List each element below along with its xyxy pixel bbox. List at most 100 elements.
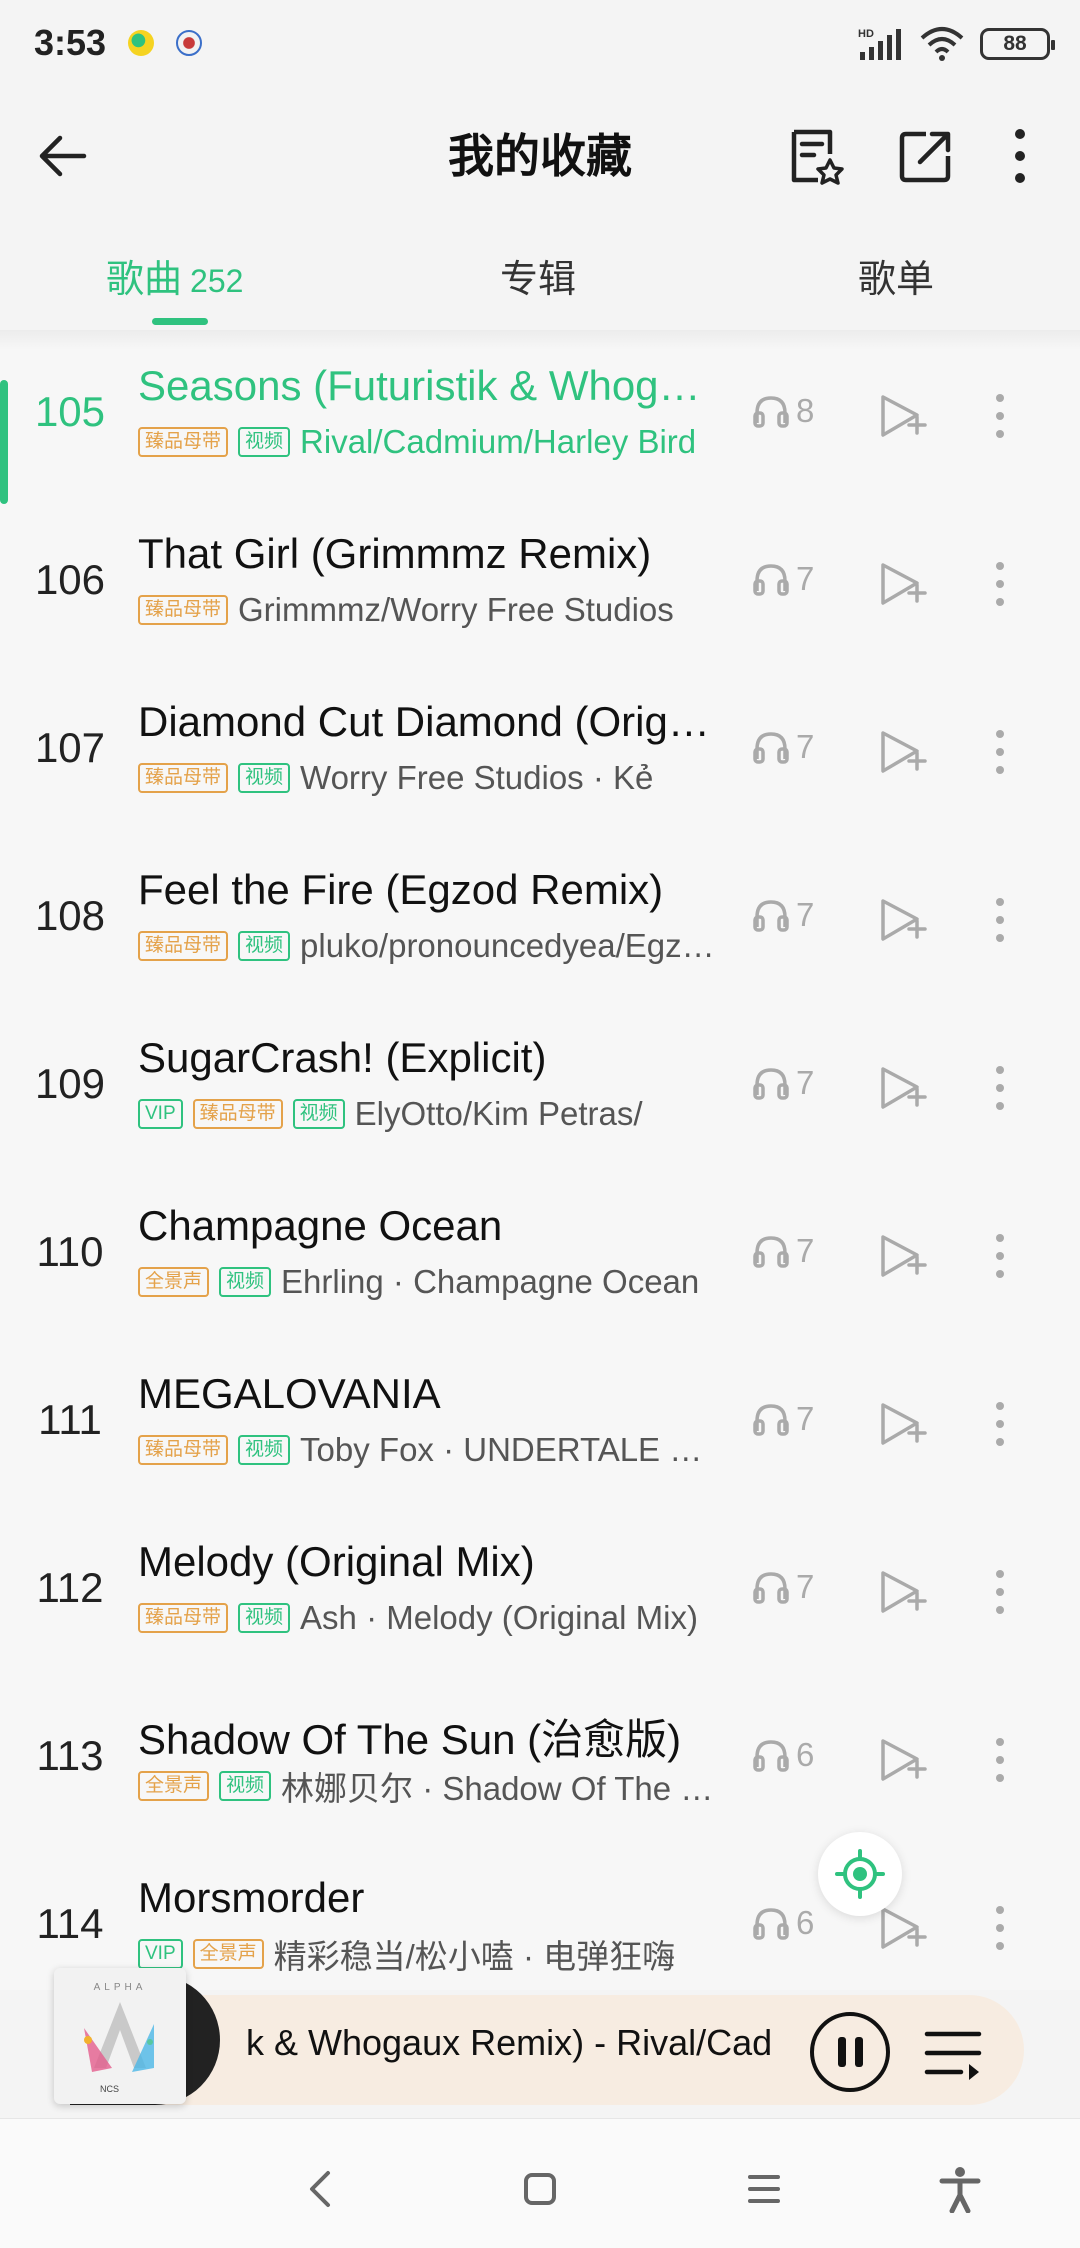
song-subtitle: VIP 臻品母带 视频 ElyOtto/Kim Petras/ bbox=[138, 1092, 718, 1136]
song-row[interactable]: 113 Shadow Of The Sun (治愈版) 全景声 视频 林娜贝尔 · Sh… bbox=[0, 1680, 1080, 1848]
song-title: Morsmorder bbox=[138, 1874, 365, 1921]
song-title: MEGALOVANIA bbox=[138, 1370, 441, 1417]
song-row[interactable]: 106 That Girl (Grimmmz Remix) 臻品母带 Grimmmz/… bbox=[0, 504, 1080, 672]
favorites-manage-button[interactable] bbox=[780, 120, 852, 192]
song-title: That Girl (Grimmmz Remix) bbox=[138, 530, 652, 577]
qq-music-notification-icon bbox=[128, 30, 154, 56]
add-to-playlist-button[interactable] bbox=[872, 554, 932, 614]
play-count: 7 bbox=[752, 560, 814, 598]
add-to-playlist-button[interactable] bbox=[872, 1058, 932, 1118]
headphones-icon bbox=[753, 564, 789, 596]
song-title: Diamond Cut Diamond (Original Mix) bbox=[138, 698, 718, 745]
headphones-icon bbox=[753, 1236, 789, 1268]
song-more-button[interactable] bbox=[970, 722, 1030, 782]
playlist-queue-button[interactable] bbox=[918, 2018, 988, 2088]
song-artist: Toby Fox · UNDERTALE Soundtrack bbox=[300, 1431, 718, 1468]
vertical-dots-icon bbox=[1015, 129, 1025, 183]
song-row[interactable]: 108 Feel the Fire (Egzod Remix) 臻品母带 视频 pluk… bbox=[0, 840, 1080, 1008]
add-to-playlist-button[interactable] bbox=[872, 1226, 932, 1286]
song-more-button[interactable] bbox=[970, 1562, 1030, 1622]
song-more-button[interactable] bbox=[970, 890, 1030, 950]
add-to-playlist-button[interactable] bbox=[872, 890, 932, 950]
add-to-playlist-icon bbox=[881, 731, 927, 773]
nav-back-button[interactable] bbox=[280, 2149, 360, 2229]
song-more-button[interactable] bbox=[970, 386, 1030, 446]
status-right-icons: HD 88 bbox=[856, 26, 1055, 62]
add-to-playlist-button[interactable] bbox=[872, 1730, 932, 1790]
add-to-playlist-button[interactable] bbox=[872, 722, 932, 782]
app-notification-icon bbox=[176, 30, 202, 56]
song-more-button[interactable] bbox=[970, 1226, 1030, 1286]
song-row[interactable]: 109 SugarCrash! (Explicit) VIP 臻品母带 视频 ElyOtt… bbox=[0, 1008, 1080, 1176]
play-count-value: 7 bbox=[796, 1232, 815, 1269]
pause-button[interactable] bbox=[810, 2012, 890, 2092]
play-count-value: 7 bbox=[796, 1064, 815, 1101]
song-number: 111 bbox=[38, 1396, 102, 1443]
add-to-playlist-button[interactable] bbox=[872, 1394, 932, 1454]
song-row[interactable]: 111 MEGALOVANIA 臻品母带 视频 Toby Fox · UNDERTALE… bbox=[0, 1344, 1080, 1512]
song-subtitle: 全景声 视频 林娜贝尔 · Shadow Of The Sun bbox=[138, 1764, 718, 1808]
song-more-button[interactable] bbox=[970, 1058, 1030, 1118]
play-count-value: 6 bbox=[796, 1904, 815, 1941]
song-artist: Ehrling · Champagne Ocean bbox=[281, 1263, 700, 1300]
add-to-playlist-icon bbox=[881, 1067, 927, 1109]
list-star-icon bbox=[791, 129, 844, 185]
add-to-playlist-button[interactable] bbox=[872, 386, 932, 446]
play-count-value: 7 bbox=[796, 896, 815, 933]
status-bar: 3:53 HD 88 bbox=[0, 0, 1080, 90]
headphones-icon bbox=[753, 1908, 789, 1940]
song-row[interactable]: 107 Diamond Cut Diamond (Original Mix) 臻品母… bbox=[0, 672, 1080, 840]
song-more-button[interactable] bbox=[970, 1730, 1030, 1790]
quality-badge: 臻品母带 bbox=[192, 1099, 283, 1129]
tab-songs-label: 歌曲 bbox=[106, 259, 183, 301]
tab-playlists[interactable]: 歌单 bbox=[858, 248, 934, 303]
quality-badge: 视频 bbox=[238, 931, 291, 961]
tab-playlists-label: 歌单 bbox=[858, 259, 935, 301]
song-subtitle: 臻品母带 视频 pluko/pronouncedyea/Egzod bbox=[138, 924, 718, 968]
song-number: 114 bbox=[36, 1900, 104, 1947]
vertical-dots-icon bbox=[996, 1234, 1004, 1278]
song-list[interactable]: 105 Seasons (Futuristik & Whogaux Remix) 臻… bbox=[0, 330, 1080, 1990]
song-more-button[interactable] bbox=[970, 554, 1030, 614]
song-row[interactable]: 105 Seasons (Futuristik & Whogaux Remix) 臻… bbox=[0, 336, 1080, 504]
header: 我的收藏 bbox=[0, 90, 1080, 220]
song-number: 112 bbox=[36, 1564, 104, 1611]
locate-current-song-button[interactable] bbox=[818, 1832, 902, 1916]
song-title: Melody (Original Mix) bbox=[138, 1538, 535, 1585]
album-cover[interactable]: ALPHA NCS bbox=[54, 1968, 186, 2104]
song-more-button[interactable] bbox=[970, 1898, 1030, 1958]
tab-albums-label: 专辑 bbox=[500, 259, 577, 301]
song-more-button[interactable] bbox=[970, 1394, 1030, 1454]
add-to-playlist-icon bbox=[881, 563, 927, 605]
play-count: 7 bbox=[752, 1568, 814, 1606]
song-artist: 精彩稳当/松小嗑 · 电弹狂嗨 bbox=[273, 1938, 676, 1975]
quality-badge: VIP bbox=[138, 1939, 183, 1969]
song-row[interactable]: 110 Champagne Ocean 全景声 视频 Ehrling · Champag… bbox=[0, 1176, 1080, 1344]
play-count: 8 bbox=[752, 392, 814, 430]
tab-albums[interactable]: 专辑 bbox=[500, 248, 576, 303]
song-row[interactable]: 112 Melody (Original Mix) 臻品母带 视频 Ash · Melo… bbox=[0, 1512, 1080, 1680]
share-button[interactable] bbox=[890, 120, 962, 192]
play-count: 7 bbox=[752, 1400, 814, 1438]
add-to-playlist-icon bbox=[881, 1403, 927, 1445]
nav-recents-button[interactable] bbox=[724, 2149, 804, 2229]
add-to-playlist-icon bbox=[881, 1907, 927, 1949]
status-time: 3:53 bbox=[34, 22, 107, 63]
vertical-dots-icon bbox=[996, 898, 1004, 942]
quality-badge: 视频 bbox=[238, 1435, 291, 1465]
tab-songs-count: 252 bbox=[190, 263, 244, 299]
song-artist: ElyOtto/Kim Petras/ bbox=[354, 1095, 643, 1132]
nav-home-button[interactable] bbox=[500, 2149, 580, 2229]
song-title: Champagne Ocean bbox=[138, 1202, 503, 1249]
song-title: Shadow Of The Sun (治愈版) bbox=[138, 1716, 682, 1763]
nav-back-icon bbox=[310, 2171, 330, 2207]
svg-text:HD: HD bbox=[858, 28, 874, 40]
headphones-icon bbox=[753, 1740, 789, 1772]
add-to-playlist-button[interactable] bbox=[872, 1562, 932, 1622]
quality-badge: 视频 bbox=[292, 1099, 345, 1129]
tab-songs[interactable]: 歌曲 252 bbox=[106, 248, 243, 303]
nav-accessibility-button[interactable] bbox=[920, 2149, 1000, 2229]
more-options-button[interactable] bbox=[984, 120, 1056, 192]
add-to-playlist-icon bbox=[881, 899, 927, 941]
vertical-dots-icon bbox=[996, 1906, 1004, 1950]
